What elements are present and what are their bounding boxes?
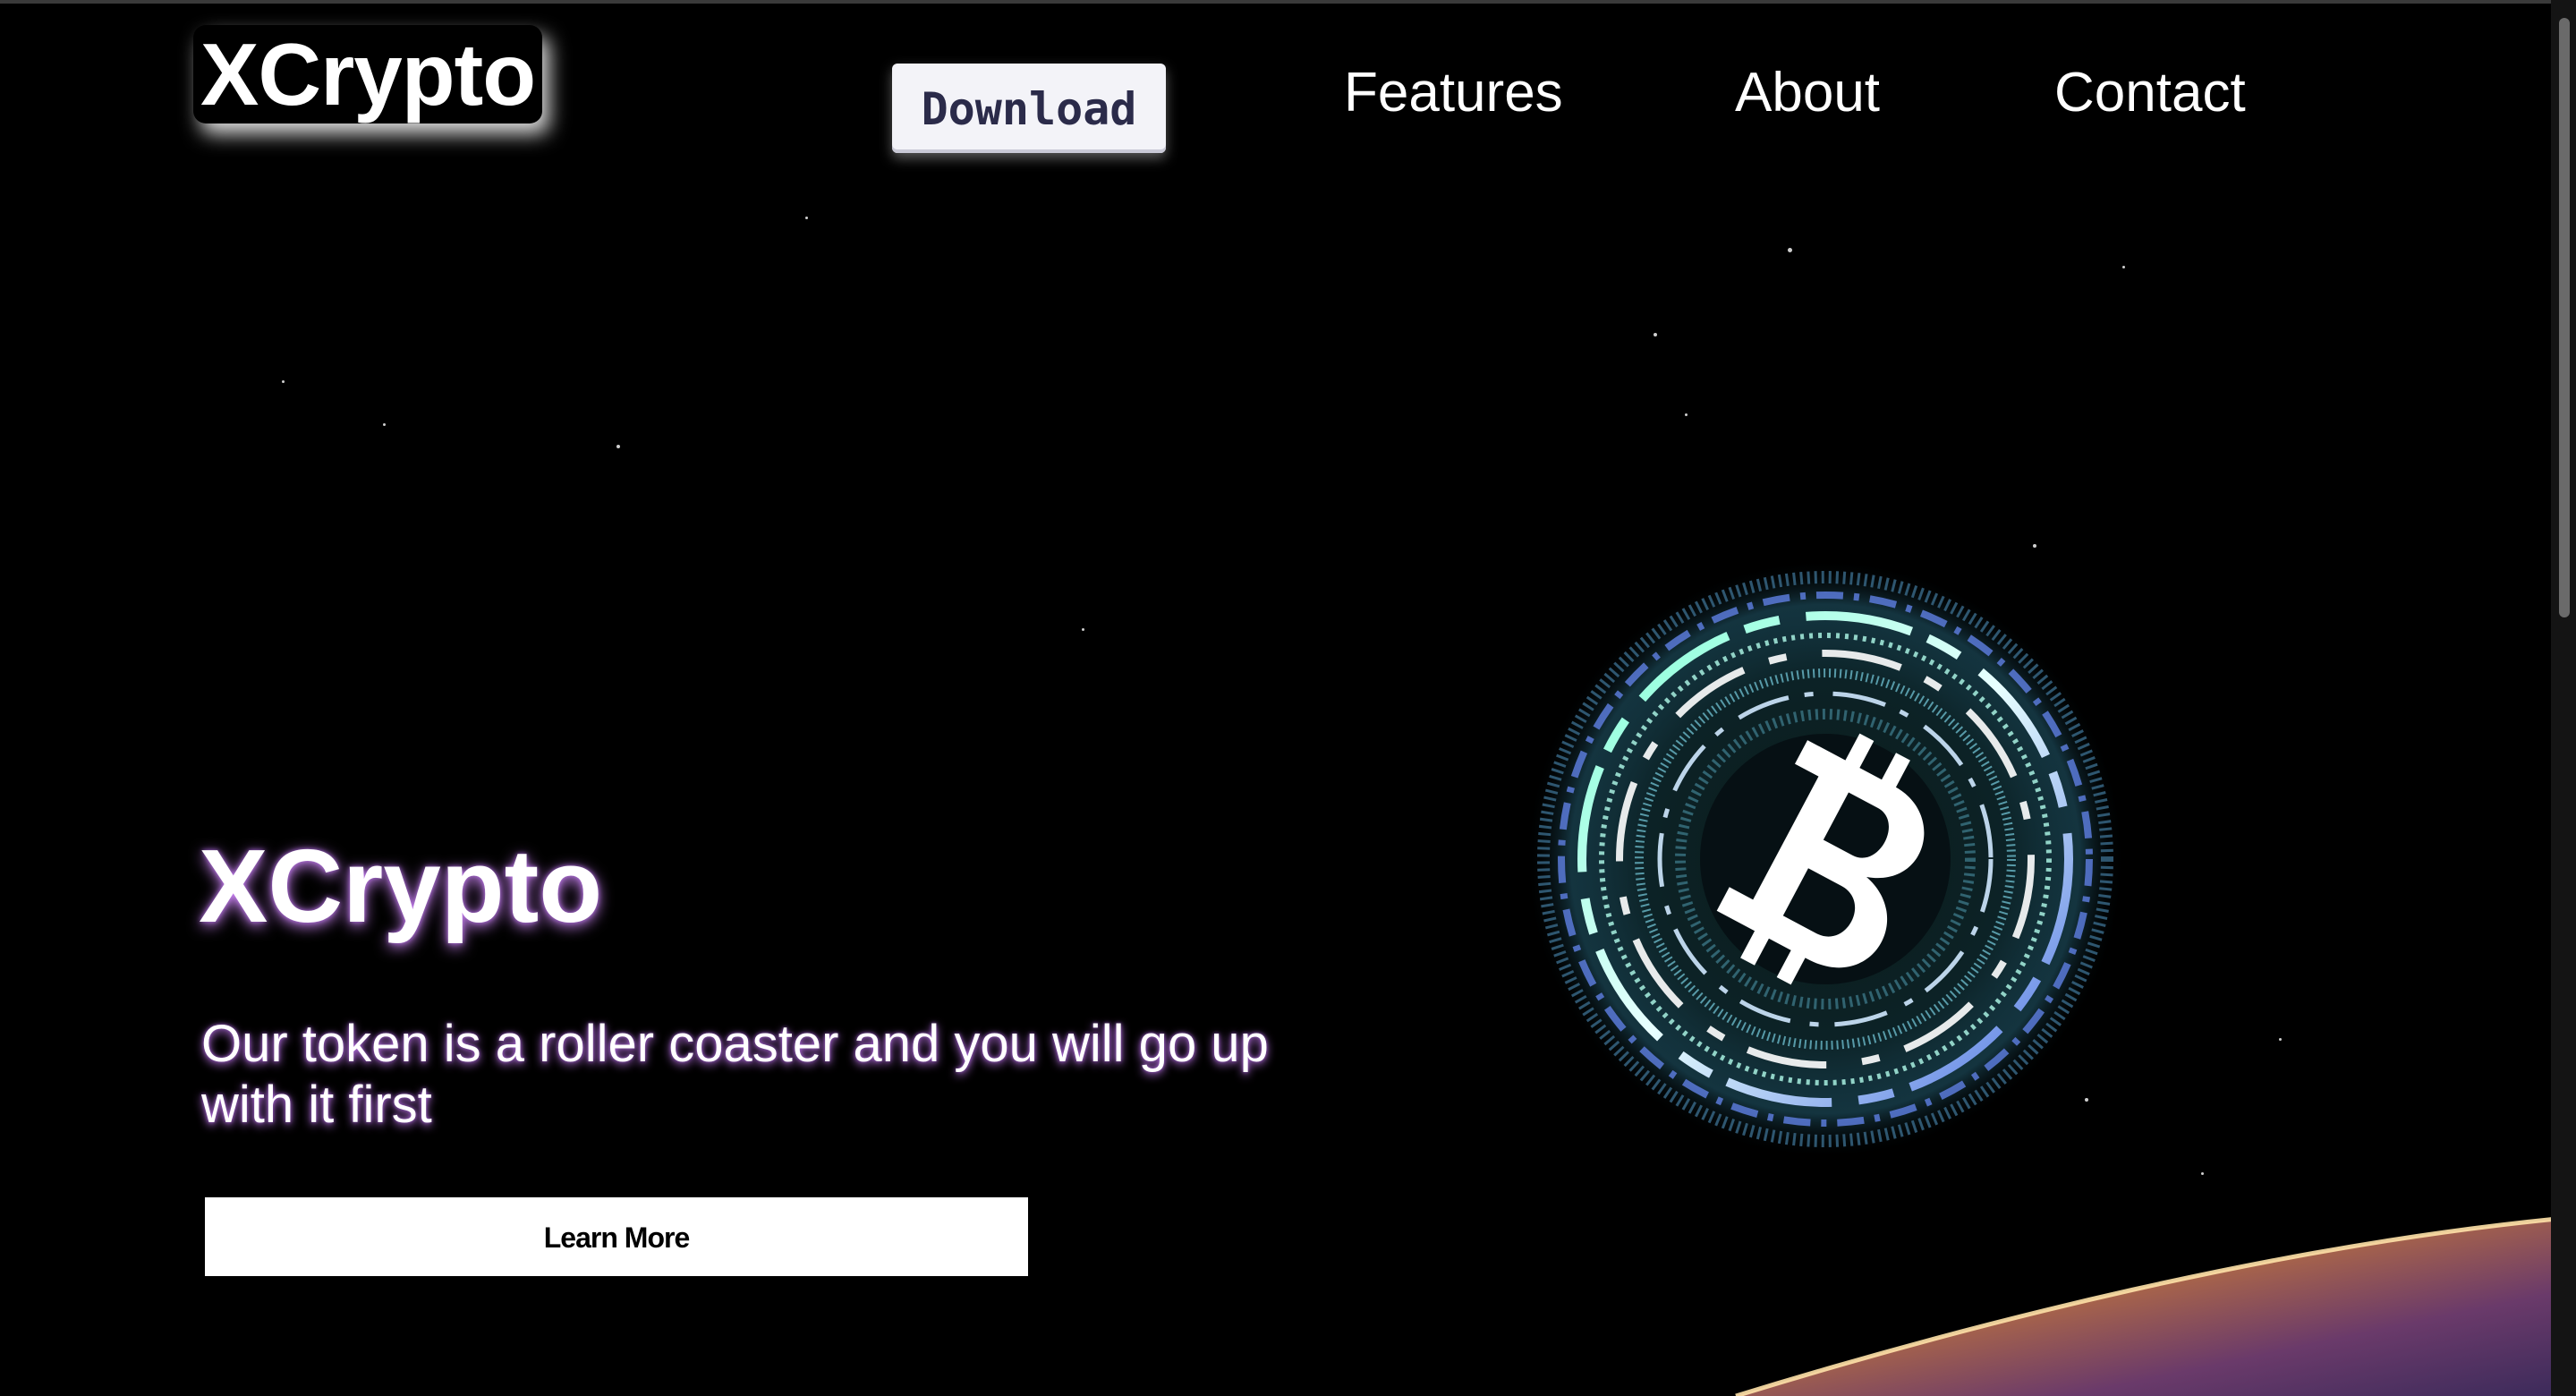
starfield-background [0,0,2576,1396]
brand-logo[interactable]: XCrypto [193,25,543,123]
star [2279,1038,2282,1041]
nav-link-features[interactable]: Features [1344,57,1563,129]
planet-horizon [1735,1217,2576,1396]
landing-page: XCrypto Download Features About Contact … [0,0,2576,1396]
star [1654,333,1657,336]
star [282,380,285,383]
hero-title: XCrypto [199,828,603,944]
nav-link-contact[interactable]: Contact [2054,57,2246,129]
star [616,445,620,448]
nav-link-about[interactable]: About [1735,57,1880,129]
learn-more-button[interactable]: Learn More [205,1197,1028,1276]
download-button[interactable]: Download [892,64,1166,153]
star [2033,544,2036,548]
star [1788,248,1792,252]
star [1082,628,1084,631]
bitcoin-icon [1526,559,2125,1159]
star [2122,266,2125,268]
star [1685,413,1688,416]
scrollbar-thumb[interactable] [2559,18,2570,617]
star [2201,1172,2204,1175]
star [805,217,808,219]
hero-subtitle: Our token is a roller coaster and you wi… [201,1015,1269,1134]
star [383,423,386,426]
